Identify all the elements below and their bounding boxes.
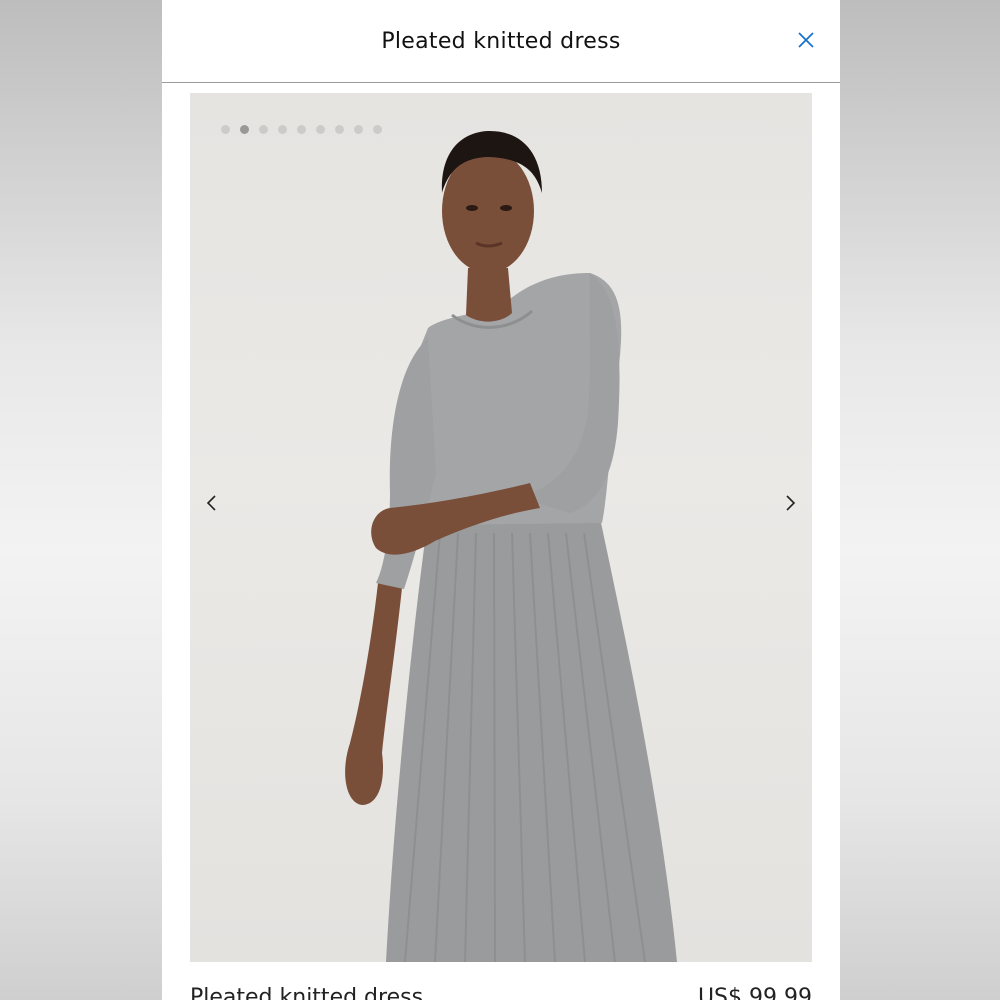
modal-header: Pleated knitted dress [162, 0, 840, 83]
modal-title: Pleated knitted dress [381, 28, 621, 54]
gallery-dot[interactable] [335, 125, 344, 134]
product-photo [345, 131, 677, 962]
product-name: Pleated knitted dress [190, 985, 424, 1000]
backdrop-left [0, 0, 162, 1000]
gallery-dot-active[interactable] [240, 125, 249, 134]
gallery-dot[interactable] [354, 125, 363, 134]
gallery-dot[interactable] [297, 125, 306, 134]
next-image-button[interactable] [778, 491, 802, 515]
gallery-dot[interactable] [221, 125, 230, 134]
product-image-gallery[interactable] [190, 93, 812, 962]
backdrop-right [840, 0, 1000, 1000]
gallery-dot[interactable] [259, 125, 268, 134]
close-icon [798, 32, 814, 48]
close-button[interactable] [794, 28, 818, 52]
chevron-left-icon [206, 495, 216, 511]
product-price: US$ 99.99 [697, 985, 812, 1000]
chevron-right-icon [786, 495, 796, 511]
gallery-dot[interactable] [316, 125, 325, 134]
gallery-dot[interactable] [373, 125, 382, 134]
gallery-dot[interactable] [278, 125, 287, 134]
previous-image-button[interactable] [200, 491, 224, 515]
gallery-pagination [221, 125, 382, 134]
product-info-row: Pleated knitted dress US$ 99.99 [190, 985, 812, 1000]
product-quick-view-modal: Pleated knitted dress Pleated knitted dr… [162, 0, 840, 1000]
